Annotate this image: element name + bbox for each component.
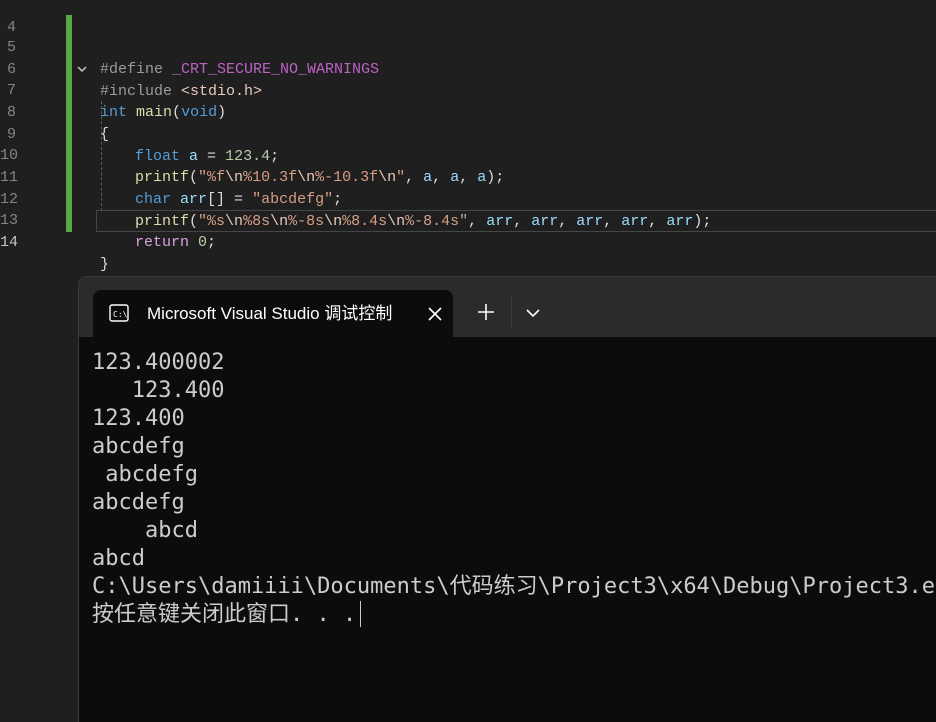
- keyword-return: return: [135, 234, 190, 251]
- titlebar-divider: [511, 297, 512, 329]
- code-line[interactable]: 12 printf("%s\n%8s\n%-8s\n%8.4s\n%-8.4s"…: [0, 167, 936, 230]
- console-output-line: 123.400002: [92, 350, 225, 375]
- code-line[interactable]: 7 int main(void): [0, 58, 936, 121]
- text-cursor: [360, 601, 362, 627]
- tab-title: Microsoft Visual Studio 调试控制台: [147, 304, 393, 323]
- chevron-down-icon[interactable]: [523, 303, 543, 323]
- console-exe-path: C:\Users\damiiii\Documents\代码练习\Project3…: [92, 574, 936, 599]
- code-editor[interactable]: 4 5 #define _CRT_SECURE_NO_WARNINGS 6 #i…: [0, 0, 936, 273]
- code-line[interactable]: 14 }: [0, 210, 936, 273]
- console-output-line: abcdefg: [92, 462, 198, 487]
- close-icon[interactable]: [423, 302, 447, 326]
- svg-text:C:\: C:\: [113, 310, 128, 319]
- plus-icon[interactable]: [475, 301, 497, 323]
- console-output-line: abcdefg: [92, 490, 185, 515]
- code-line[interactable]: 6 #include <stdio.h>: [0, 37, 936, 100]
- console-prompt: 按任意键关闭此窗口. . .: [92, 602, 357, 627]
- console-prompt-line: 按任意键关闭此窗口. . .: [92, 601, 936, 629]
- debug-console-window[interactable]: C:\ Microsoft Visual Studio 调试控制台 123.40…: [78, 276, 936, 722]
- console-output-line: abcdefg: [92, 434, 185, 459]
- console-titlebar[interactable]: C:\ Microsoft Visual Studio 调试控制台: [79, 277, 936, 337]
- console-output-line: abcd: [92, 546, 145, 571]
- console-output-line: 123.400: [92, 406, 185, 431]
- code-line[interactable]: 8 {: [0, 80, 936, 143]
- line-number: 14: [0, 234, 19, 251]
- brace: }: [100, 256, 110, 273]
- console-output-line: 123.400: [92, 378, 225, 403]
- console-output-line: abcd: [92, 518, 198, 543]
- number-literal: 0: [198, 234, 208, 251]
- punctuation: ;: [207, 234, 217, 251]
- code-line[interactable]: 5 #define _CRT_SECURE_NO_WARNINGS: [0, 15, 936, 78]
- console-icon: C:\: [109, 304, 129, 322]
- code-line[interactable]: 9 float a = 123.4;: [0, 102, 936, 165]
- code-line[interactable]: 10 printf("%f\n%10.3f\n%-10.3f\n", a, a,…: [0, 123, 936, 186]
- console-tab[interactable]: C:\ Microsoft Visual Studio 调试控制台: [93, 290, 453, 337]
- code-line[interactable]: 13 return 0;: [0, 188, 936, 251]
- code-line[interactable]: 11 char arr[] = "abcdefg";: [0, 145, 936, 208]
